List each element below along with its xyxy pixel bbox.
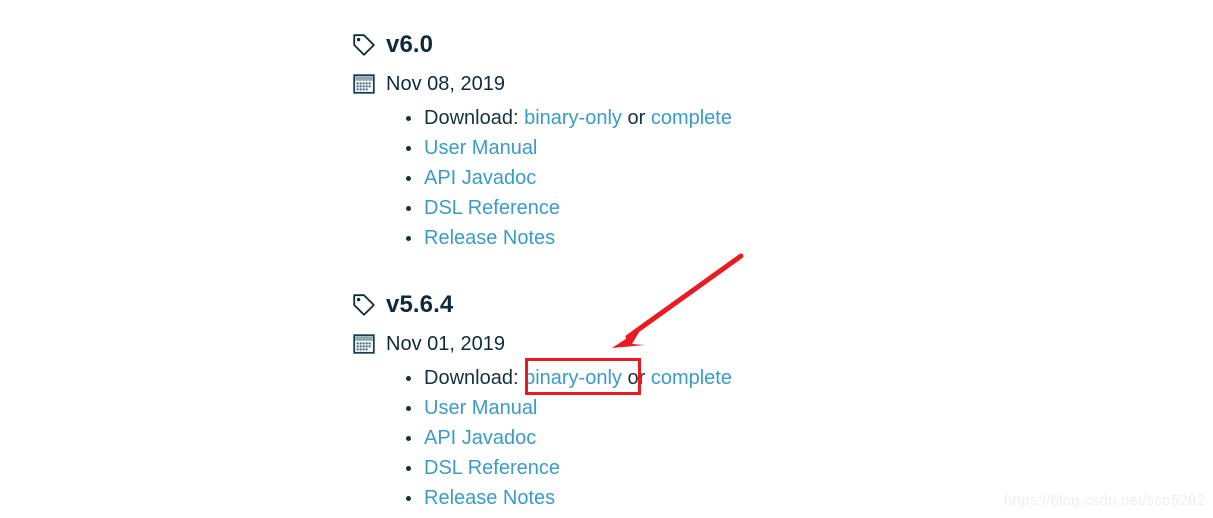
- download-prefix-label: Download:: [424, 367, 519, 389]
- tag-icon: [352, 293, 376, 317]
- page-root: v6.0 Nov 08, 2019 Download: binary-only …: [0, 0, 1213, 518]
- api-javadoc-link[interactable]: API Javadoc: [424, 427, 536, 449]
- download-binary-only-link[interactable]: binary-only: [524, 367, 622, 389]
- release-links-list: Download: binary-only or complete User M…: [406, 363, 732, 513]
- user-manual-link[interactable]: User Manual: [424, 397, 537, 419]
- download-separator-label: or: [627, 107, 646, 129]
- calendar-icon: [353, 333, 375, 355]
- list-item: User Manual: [406, 393, 732, 423]
- release-notes-link[interactable]: Release Notes: [424, 227, 555, 249]
- version-row: v6.0: [352, 28, 732, 62]
- date-row: Nov 08, 2019: [352, 69, 732, 99]
- download-separator-label: or: [627, 367, 646, 389]
- list-item: Release Notes: [406, 483, 732, 513]
- list-item: API Javadoc: [406, 423, 732, 453]
- api-javadoc-link[interactable]: API Javadoc: [424, 167, 536, 189]
- release-notes-link[interactable]: Release Notes: [424, 487, 555, 509]
- tag-icon: [352, 33, 376, 57]
- list-item-download: Download: binary-only or complete: [406, 103, 732, 133]
- dsl-reference-link[interactable]: DSL Reference: [424, 197, 560, 219]
- list-item: User Manual: [406, 133, 732, 163]
- calendar-icon: [353, 73, 375, 95]
- list-item: DSL Reference: [406, 193, 732, 223]
- release-date: Nov 01, 2019: [386, 333, 505, 355]
- list-item-download: Download: binary-only or complete: [406, 363, 732, 393]
- list-item: DSL Reference: [406, 453, 732, 483]
- watermark-text: https://blog.csdn.net/sco5282: [1004, 492, 1205, 509]
- version-label: v6.0: [386, 31, 434, 58]
- user-manual-link[interactable]: User Manual: [424, 137, 537, 159]
- list-item: API Javadoc: [406, 163, 732, 193]
- download-complete-link[interactable]: complete: [651, 107, 732, 129]
- download-binary-only-link[interactable]: binary-only: [524, 107, 622, 129]
- date-row: Nov 01, 2019: [352, 329, 732, 359]
- list-item: Release Notes: [406, 223, 732, 253]
- release-date: Nov 08, 2019: [386, 73, 505, 95]
- version-row: v5.6.4: [352, 288, 732, 322]
- release-links-list: Download: binary-only or complete User M…: [406, 103, 732, 253]
- download-prefix-label: Download:: [424, 107, 519, 129]
- version-label: v5.6.4: [386, 291, 454, 318]
- release-block: v5.6.4 Nov 01, 2019 Download: binary-onl…: [352, 288, 732, 513]
- dsl-reference-link[interactable]: DSL Reference: [424, 457, 560, 479]
- download-complete-link[interactable]: complete: [651, 367, 732, 389]
- release-block: v6.0 Nov 08, 2019 Download: binary-only …: [352, 28, 732, 253]
